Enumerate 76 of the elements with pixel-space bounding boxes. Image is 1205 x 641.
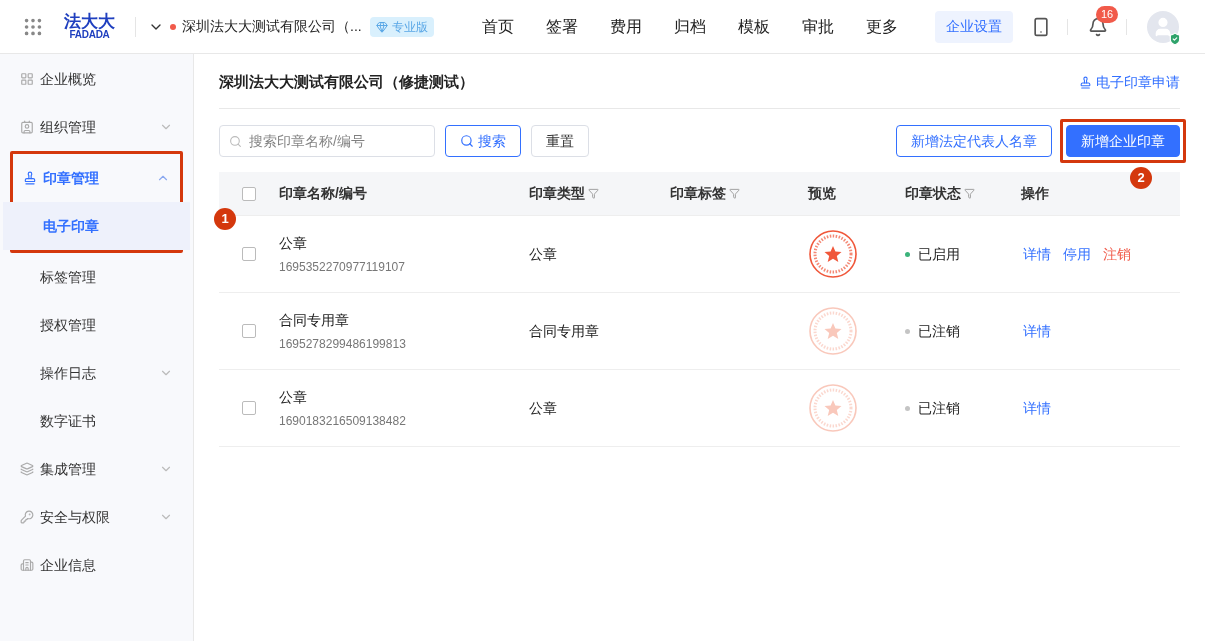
column-header: 印章类型 bbox=[529, 184, 585, 203]
menu-icon bbox=[20, 510, 34, 524]
seal-code: 1695278299486199813 bbox=[279, 335, 407, 353]
row-checkbox[interactable] bbox=[242, 324, 256, 338]
seal-type: 公章 bbox=[529, 400, 557, 416]
nav-item[interactable]: 签署 bbox=[545, 14, 578, 39]
search-button[interactable]: 搜索 bbox=[445, 125, 521, 157]
add-seal-button[interactable]: 新增法定代表人名章 bbox=[896, 125, 1052, 157]
sidebar-item[interactable]: 企业概览 bbox=[0, 55, 193, 103]
seal-name: 公章 bbox=[279, 387, 308, 407]
logo-subtext: FADADA bbox=[69, 30, 110, 40]
seal-type: 公章 bbox=[529, 246, 557, 262]
apply-seal-link[interactable]: 电子印章申请 bbox=[1079, 71, 1180, 93]
row-checkbox[interactable] bbox=[242, 401, 256, 415]
filter-icon[interactable] bbox=[964, 188, 975, 199]
seal-type: 合同专用章 bbox=[529, 323, 599, 339]
phone-icon[interactable] bbox=[1031, 16, 1051, 37]
add-seal-button[interactable]: 新增企业印章 bbox=[1066, 125, 1180, 157]
step-number-badge: 1 bbox=[214, 208, 236, 230]
shield-check-icon bbox=[1168, 31, 1182, 46]
sidebar-item[interactable]: 组织管理 bbox=[0, 103, 193, 151]
seal-name: 公章 bbox=[279, 233, 308, 253]
sidebar-item[interactable]: 集成管理 bbox=[0, 445, 193, 493]
search-icon bbox=[460, 134, 474, 148]
nav-item[interactable]: 模板 bbox=[737, 14, 770, 39]
seal-status: 已注销 bbox=[918, 398, 960, 418]
column-header: 预览 bbox=[808, 184, 836, 203]
sidebar-item[interactable]: 印章管理 bbox=[3, 154, 190, 202]
column-header: 印章名称/编号 bbox=[279, 184, 367, 203]
filter-icon[interactable] bbox=[729, 188, 740, 199]
notification-count: 16 bbox=[1096, 5, 1119, 23]
menu-icon bbox=[20, 120, 34, 134]
logo-text: 法大大 bbox=[64, 13, 115, 30]
nav-item[interactable]: 更多 bbox=[865, 14, 898, 39]
column-header: 操作 bbox=[1021, 184, 1049, 203]
search-field[interactable]: 搜索印章名称/编号 bbox=[219, 125, 435, 157]
action-link[interactable]: 注销 bbox=[1103, 243, 1131, 265]
filter-icon[interactable] bbox=[588, 188, 599, 199]
sidebar-item[interactable]: 电子印章 bbox=[3, 202, 190, 250]
sidebar-item[interactable]: 操作日志 bbox=[0, 349, 193, 397]
page-title: 深圳法大大测试有限公司（修捷测试） bbox=[219, 71, 474, 92]
nav-item[interactable]: 审批 bbox=[801, 14, 834, 39]
nav-item[interactable]: 首页 bbox=[481, 14, 514, 39]
sidebar-item[interactable]: 标签管理 bbox=[0, 253, 193, 301]
seal-name: 合同专用章 bbox=[279, 310, 350, 330]
action-link[interactable]: 停用 bbox=[1063, 243, 1091, 265]
stamp-icon bbox=[1079, 75, 1092, 89]
menu-icon bbox=[23, 171, 37, 185]
menu-icon bbox=[20, 72, 34, 86]
nav-item[interactable]: 费用 bbox=[609, 14, 642, 39]
sidebar-item[interactable]: 企业信息 bbox=[0, 541, 193, 589]
search-icon bbox=[229, 135, 242, 148]
bell-icon[interactable] bbox=[1088, 16, 1108, 37]
column-header: 印章标签 bbox=[670, 184, 726, 203]
seal-code: 1695352270977119107 bbox=[279, 258, 406, 276]
sidebar-item[interactable]: 授权管理 bbox=[0, 301, 193, 349]
action-link[interactable]: 详情 bbox=[1023, 397, 1051, 419]
header-checkbox[interactable] bbox=[242, 186, 256, 201]
seal-code: 1690183216509138482 bbox=[279, 412, 407, 430]
row-checkbox[interactable] bbox=[242, 247, 256, 261]
enterprise-settings-button[interactable]: 企业设置 bbox=[935, 10, 1013, 43]
action-link[interactable]: 详情 bbox=[1023, 243, 1051, 265]
menu-icon bbox=[20, 462, 34, 476]
sidebar-item[interactable]: 数字证书 bbox=[0, 397, 193, 445]
seal-status: 已注销 bbox=[918, 321, 960, 341]
action-link[interactable]: 详情 bbox=[1023, 320, 1051, 342]
seal-status: 已启用 bbox=[918, 244, 960, 264]
reset-button[interactable]: 重置 bbox=[531, 125, 589, 157]
column-header: 印章状态 bbox=[905, 184, 961, 203]
step-number-badge: 2 bbox=[1130, 167, 1152, 189]
company-name[interactable]: 深圳法大大测试有限公司（... bbox=[182, 16, 362, 37]
nav-item[interactable]: 归档 bbox=[673, 14, 706, 39]
edition-badge: 专业版 bbox=[369, 16, 434, 37]
sidebar-item[interactable]: 安全与权限 bbox=[0, 493, 193, 541]
menu-icon bbox=[20, 558, 34, 572]
avatar[interactable] bbox=[1147, 10, 1179, 43]
